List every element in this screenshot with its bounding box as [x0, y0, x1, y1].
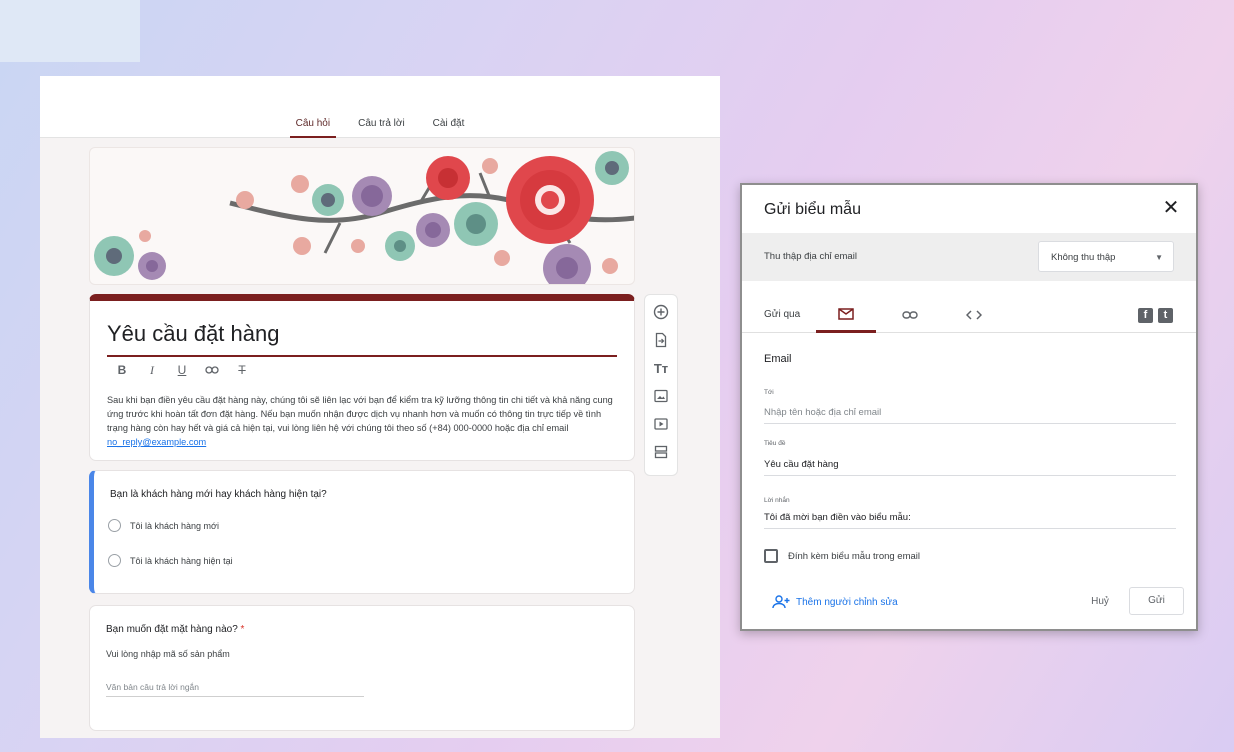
title-underline	[107, 355, 617, 357]
cancel-button[interactable]: Huỷ	[1080, 588, 1120, 616]
underline-icon[interactable]: U	[175, 363, 189, 377]
attach-checkbox[interactable]	[764, 549, 778, 563]
send-via-link-tab[interactable]	[880, 297, 940, 333]
send-via-embed-tab[interactable]	[944, 297, 1004, 333]
background-shape	[0, 0, 140, 62]
send-via-label: Gửi qua	[764, 309, 801, 320]
question-help-text: Vui lòng nhập mã số sản phẩm	[106, 649, 230, 659]
collect-email-label: Thu thập địa chỉ email	[764, 251, 857, 262]
attach-label: Đính kèm biểu mẫu trong email	[788, 550, 921, 562]
embed-icon	[966, 310, 982, 320]
option-label: Tôi là khách hàng mới	[130, 520, 219, 531]
clear-format-icon[interactable]: T	[235, 363, 249, 377]
italic-icon[interactable]: I	[145, 363, 159, 377]
form-description[interactable]: Sau khi bạn điền yêu cầu đặt hàng này, c…	[107, 393, 617, 449]
message-label: Lời nhắn	[764, 497, 790, 504]
radio-button[interactable]	[108, 519, 121, 532]
form-editor-window: Câu hỏi Câu trả lời Cài đặt Yêu cầu đặt …	[40, 76, 720, 738]
question-title: Bạn muốn đặt mặt hàng nào? *	[106, 624, 244, 635]
question-title-text: Bạn muốn đặt mặt hàng nào?	[106, 624, 238, 635]
close-icon[interactable]: ✕	[1160, 197, 1182, 219]
form-title-card[interactable]: Yêu cầu đặt hàng B I U T Sau khi bạn điề…	[89, 294, 635, 461]
tab-questions[interactable]: Câu hỏi	[289, 118, 337, 138]
subject-field[interactable]: Yêu cầu đặt hàng	[764, 459, 1176, 476]
question-title: Bạn là khách hàng mới hay khách hàng hiệ…	[110, 489, 327, 500]
to-field[interactable]: Nhập tên hoặc địa chỉ email	[764, 407, 1176, 424]
collect-email-select[interactable]: Không thu thập ▼	[1038, 241, 1174, 272]
form-tabs: Câu hỏi Câu trả lời Cài đặt	[40, 118, 720, 138]
form-top-bar: Câu hỏi Câu trả lời Cài đặt	[40, 76, 720, 138]
collect-email-value: Không thu thập	[1051, 252, 1116, 263]
send-button[interactable]: Gửi	[1129, 587, 1184, 615]
tab-settings[interactable]: Cài đặt	[427, 118, 471, 138]
email-icon	[838, 307, 854, 320]
add-title-icon[interactable]: Tт	[652, 359, 670, 377]
format-toolbar: B I U T	[115, 363, 249, 378]
add-editor-button[interactable]: Thêm người chỉnh sửa	[772, 595, 898, 609]
subject-label: Tiêu đề	[764, 440, 786, 447]
description-text: Sau khi bạn điền yêu cầu đặt hàng này, c…	[107, 395, 613, 433]
question-card-product[interactable]: Bạn muốn đặt mặt hàng nào? * Vui lòng nh…	[89, 605, 635, 731]
attach-form-option[interactable]: Đính kèm biểu mẫu trong email	[764, 549, 920, 563]
radio-option-new[interactable]: Tôi là khách hàng mới	[108, 519, 219, 532]
message-field[interactable]: Tôi đã mời bạn điền vào biểu mẫu:	[764, 512, 1176, 529]
add-section-icon[interactable]	[652, 443, 670, 461]
add-editor-label: Thêm người chỉnh sửa	[796, 596, 898, 608]
add-person-icon	[772, 595, 790, 609]
side-toolbar: Tт	[644, 294, 678, 476]
form-title[interactable]: Yêu cầu đặt hàng	[107, 321, 279, 347]
twitter-icon[interactable]: t	[1158, 308, 1173, 323]
link-icon[interactable]	[205, 363, 219, 377]
collect-email-row: Thu thập địa chỉ email Không thu thập ▼	[742, 233, 1196, 281]
send-form-dialog: Gửi biểu mẫu ✕ Thu thập địa chỉ email Kh…	[740, 183, 1198, 631]
facebook-icon[interactable]: f	[1138, 308, 1153, 323]
tab-responses[interactable]: Câu trả lời	[352, 118, 411, 138]
add-question-icon[interactable]	[652, 303, 670, 321]
header-banner-image	[89, 147, 635, 285]
short-answer-field: Văn bản câu trả lời ngắn	[106, 682, 364, 697]
option-label: Tôi là khách hàng hiện tại	[130, 555, 233, 566]
chevron-down-icon: ▼	[1155, 253, 1163, 262]
link-icon	[902, 311, 918, 319]
import-questions-icon[interactable]	[652, 331, 670, 349]
email-section-heading: Email	[764, 353, 792, 365]
required-mark: *	[240, 624, 245, 635]
add-video-icon[interactable]	[652, 415, 670, 433]
radio-option-existing[interactable]: Tôi là khách hàng hiện tại	[108, 554, 233, 567]
send-via-email-tab[interactable]	[816, 297, 876, 333]
add-image-icon[interactable]	[652, 387, 670, 405]
dialog-title: Gửi biểu mẫu	[764, 201, 861, 218]
to-label: Tới	[764, 389, 774, 396]
dialog-header: Gửi biểu mẫu ✕	[742, 185, 1196, 233]
bold-icon[interactable]: B	[115, 363, 129, 377]
floral-illustration	[94, 151, 634, 284]
send-via-row: Gửi qua f t	[742, 297, 1196, 333]
question-card-customer-type[interactable]: Bạn là khách hàng mới hay khách hàng hiệ…	[89, 470, 635, 594]
description-email-link[interactable]: no_reply@example.com	[107, 437, 206, 447]
radio-button[interactable]	[108, 554, 121, 567]
